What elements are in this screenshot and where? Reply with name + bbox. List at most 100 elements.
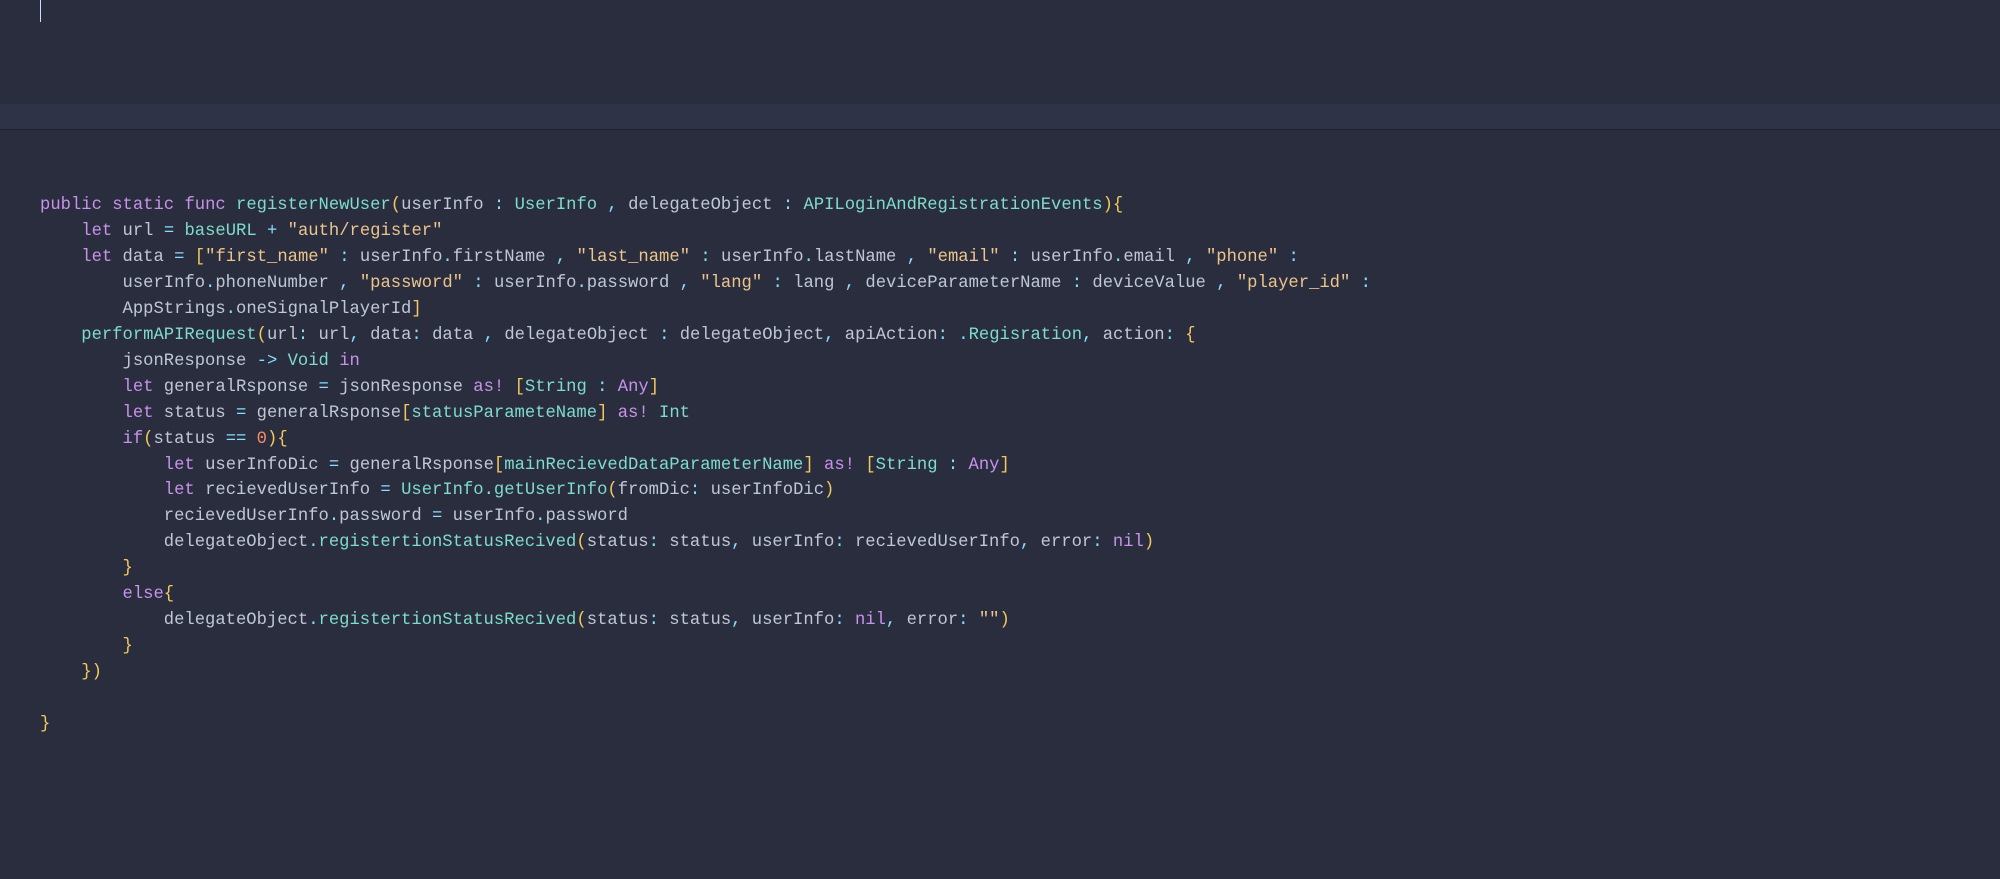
brace: { — [277, 430, 287, 449]
comma: , — [731, 611, 741, 630]
op: = — [329, 456, 339, 475]
colon: : — [938, 326, 948, 345]
brace: } — [40, 715, 50, 734]
arg-label: delegateObject — [504, 326, 648, 345]
bracket: ] — [999, 456, 1009, 475]
string: "lang" — [700, 274, 762, 293]
colon: : — [834, 611, 844, 630]
type: UserInfo — [515, 196, 598, 215]
op: = — [432, 507, 442, 526]
paren: ) — [1144, 533, 1154, 552]
comma: , — [556, 248, 566, 267]
dot: . — [329, 507, 339, 526]
brace: { — [164, 585, 174, 604]
editor-topbar — [0, 104, 2000, 130]
paren: ) — [92, 663, 102, 682]
param: delegateObject — [628, 196, 772, 215]
comma: , — [1216, 274, 1226, 293]
op: = — [319, 378, 329, 397]
expr: userInfo — [494, 274, 577, 293]
type: Void — [288, 352, 329, 371]
colon: : — [700, 248, 710, 267]
dot: . — [535, 507, 545, 526]
keyword-nil: nil — [1113, 533, 1144, 552]
colon: : — [1288, 248, 1298, 267]
comma: , — [907, 248, 917, 267]
keyword-let: let — [81, 222, 112, 241]
op: + — [267, 222, 277, 241]
string: "password" — [360, 274, 463, 293]
colon: : — [1092, 533, 1102, 552]
string: "" — [979, 611, 1000, 630]
colon: : — [649, 611, 659, 630]
type: UserInfo — [401, 481, 484, 500]
var: status — [153, 430, 215, 449]
colon: : — [958, 611, 968, 630]
colon: : — [494, 196, 504, 215]
method: registertionStatusRecived — [319, 533, 577, 552]
type: String — [525, 378, 587, 397]
keyword-static: static — [112, 196, 174, 215]
var: deviceValue — [1092, 274, 1205, 293]
arg-label: fromDic — [618, 481, 690, 500]
arg-label: error — [907, 611, 959, 630]
prop: password — [545, 507, 628, 526]
keyword-let: let — [164, 456, 195, 475]
var: delegateObject — [680, 326, 824, 345]
type: String — [876, 456, 938, 475]
var: status — [164, 404, 226, 423]
op: = — [174, 248, 184, 267]
keyword-as: as! — [824, 456, 855, 475]
string: "player_id" — [1237, 274, 1350, 293]
keyword-public: public — [40, 196, 102, 215]
keyword-func: func — [184, 196, 225, 215]
var: AppStrings — [123, 300, 226, 319]
comma: , — [845, 274, 855, 293]
comma: , — [680, 274, 690, 293]
brace: } — [123, 637, 133, 656]
var: baseURL — [184, 222, 256, 241]
colon: : — [411, 326, 421, 345]
comma: , — [484, 326, 494, 345]
colon: : — [1072, 274, 1082, 293]
number: 0 — [257, 430, 267, 449]
bracket: [ — [195, 248, 205, 267]
var: data — [432, 326, 473, 345]
keyword-nil: nil — [855, 611, 886, 630]
colon: : — [473, 274, 483, 293]
string: "last_name" — [577, 248, 690, 267]
enum-case: Regisration — [969, 326, 1082, 345]
dot: . — [226, 300, 236, 319]
text-cursor — [40, 0, 41, 22]
paren: ( — [143, 430, 153, 449]
code-editor[interactable]: public static func registerNewUser(userI… — [0, 181, 2000, 749]
arg-label: status — [587, 533, 649, 552]
var: generalRsponse — [257, 404, 401, 423]
colon: : — [783, 196, 793, 215]
dot: . — [205, 274, 215, 293]
arg-label: error — [1041, 533, 1093, 552]
keyword-in: in — [339, 352, 360, 371]
arrow: -> — [257, 352, 278, 371]
keyword-let: let — [123, 378, 154, 397]
string: "email" — [927, 248, 999, 267]
colon: : — [1010, 248, 1020, 267]
keyword-as: as! — [618, 404, 649, 423]
string: "auth/register" — [288, 222, 443, 241]
var: mainRecievedDataParameterName — [504, 456, 803, 475]
dot: . — [1113, 248, 1123, 267]
arg-label: status — [587, 611, 649, 630]
keyword-as: as! — [473, 378, 504, 397]
var: statusParameteName — [411, 404, 597, 423]
var: url — [123, 222, 154, 241]
bracket: [ — [515, 378, 525, 397]
op: == — [226, 430, 247, 449]
paren: ) — [999, 611, 1009, 630]
colon: : — [649, 533, 659, 552]
arg-label: url — [267, 326, 298, 345]
paren: ( — [576, 611, 586, 630]
comma: , — [339, 274, 349, 293]
paren: ( — [576, 533, 586, 552]
expr: userInfo — [360, 248, 443, 267]
colon: : — [773, 274, 783, 293]
